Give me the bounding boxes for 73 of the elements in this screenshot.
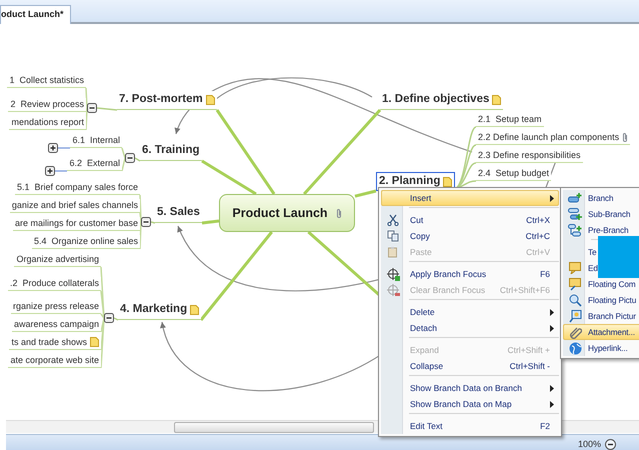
- subtopic-label[interactable]: 5.1 Brief company sales force: [14, 181, 140, 195]
- subtopic-label[interactable]: ganize and brief sales channels: [10, 199, 140, 213]
- clipboard-icon: [387, 246, 399, 258]
- collapse-button[interactable]: [104, 313, 114, 323]
- subtopic-label[interactable]: 2.1 Setup team: [476, 113, 544, 127]
- menu-item[interactable]: Hyperlink...: [563, 340, 639, 356]
- scrollbar-thumb[interactable]: [174, 422, 374, 433]
- subtopic-label[interactable]: Organize advertising: [14, 253, 101, 267]
- magnifier-icon: [568, 294, 582, 306]
- connector-line: [134, 157, 140, 162]
- subtopic-label[interactable]: 2.4 Setup budget: [476, 167, 552, 181]
- expand-button[interactable]: [48, 143, 58, 153]
- redaction-overlay: [598, 236, 639, 278]
- document-tab[interactable]: oduct Launch*: [0, 5, 70, 24]
- menu-item[interactable]: Delete: [381, 304, 559, 320]
- menu-item[interactable]: Floating Com: [563, 276, 639, 292]
- subtopic-label[interactable]: rganize press release: [10, 300, 101, 314]
- menu-item[interactable]: Apply Branch Focus F6: [381, 266, 559, 282]
- menu-item[interactable]: Branch: [563, 190, 639, 206]
- menu-item[interactable]: Branch Pictur: [563, 308, 639, 324]
- connector-line: [54, 170, 68, 172]
- subtopic-label[interactable]: ate corporate web site: [8, 354, 101, 368]
- branch-line: [202, 220, 220, 224]
- subtopic-label[interactable]: 2.2 Define launch plan components: [476, 131, 630, 145]
- menu-item[interactable]: Floating Pictu: [563, 292, 639, 308]
- subtopic-label[interactable]: awareness campaign: [12, 318, 101, 332]
- subtopic-label[interactable]: 5.4 Organize online sales: [32, 235, 140, 249]
- crosshair-icon: [386, 268, 400, 280]
- menu-item[interactable]: Copy Ctrl+C: [381, 228, 559, 244]
- menu-item[interactable]: Pre-Branch: [563, 222, 639, 238]
- menu-item[interactable]: Show Branch Data on Map: [381, 396, 559, 412]
- subtopic-label[interactable]: are mailings for customer base: [12, 217, 140, 231]
- picture-icon: [568, 310, 582, 322]
- subtopic-label[interactable]: 2.3 Define responsibilities: [476, 149, 583, 163]
- collapse-button[interactable]: [87, 103, 97, 113]
- zoom-level: 100%: [578, 438, 602, 450]
- menu-item[interactable]: Cut Ctrl+X: [381, 212, 559, 228]
- menu-item[interactable]: Sub-Branch: [563, 206, 639, 222]
- expand-button[interactable]: [45, 166, 55, 176]
- topic-label[interactable]: 4. Marketing: [118, 301, 202, 320]
- topic-label[interactable]: 1. Define objectives: [380, 91, 504, 110]
- subtopic-label[interactable]: .2 Produce collaterals: [8, 277, 101, 291]
- comment-icon: [568, 262, 582, 274]
- add-branch-icon: [568, 192, 582, 204]
- menu-item[interactable]: Show Branch Data on Branch: [381, 380, 559, 396]
- menu-item[interactable]: Edit Text F2: [381, 418, 559, 434]
- topic-label[interactable]: 6. Training: [140, 142, 202, 162]
- central-topic[interactable]: Product Launch: [219, 194, 355, 232]
- central-topic-label: Product Launch: [232, 204, 328, 222]
- subtopic-label[interactable]: ts and trade shows: [9, 336, 101, 350]
- connector-line: [150, 221, 156, 224]
- add-sub-branch-icon: [568, 208, 582, 220]
- crosshair-icon: [386, 284, 400, 296]
- topic-label[interactable]: 5. Sales: [155, 204, 202, 224]
- collapse-button[interactable]: [125, 153, 135, 163]
- subtopic-label[interactable]: 6.2 External: [67, 157, 122, 171]
- subtopic-label[interactable]: 1 Collect statistics: [7, 74, 86, 88]
- add-pre-branch-icon: [568, 224, 582, 236]
- copy-icon: [387, 230, 399, 242]
- collapse-button[interactable]: [141, 217, 151, 227]
- menu-item[interactable]: Collapse Ctrl+Shift -: [381, 358, 559, 374]
- subtopic-label[interactable]: mendations report: [9, 116, 86, 130]
- menu-item[interactable]: Detach: [381, 320, 559, 336]
- scissors-icon: [387, 214, 399, 226]
- subtopic-label[interactable]: 2 Review process: [8, 98, 86, 112]
- paperclip-icon: [568, 326, 582, 338]
- menu-item[interactable]: Insert: [381, 190, 559, 206]
- menu-item[interactable]: Attachment...: [563, 324, 639, 340]
- connector-line: [96, 107, 118, 111]
- globe-icon: [568, 342, 582, 354]
- comment-icon: [568, 278, 582, 290]
- topic-label[interactable]: 7. Post-mortem: [117, 91, 217, 110]
- subtopic-label[interactable]: 6.1 Internal: [70, 134, 122, 148]
